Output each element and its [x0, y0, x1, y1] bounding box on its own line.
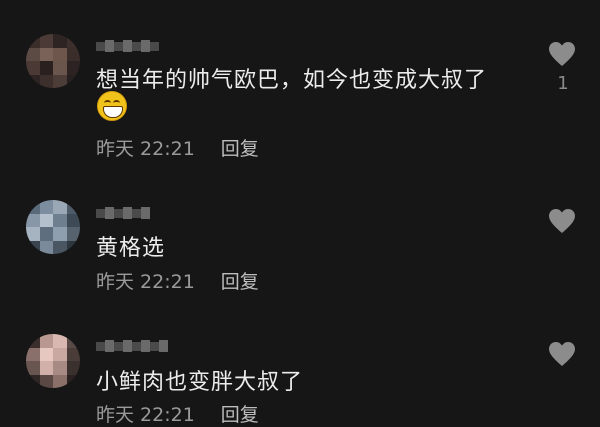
grinning-face-icon — [97, 91, 127, 121]
comment-meta: 昨天 22:21 回复 — [96, 134, 259, 161]
comment-text: 小鲜肉也变胖大叔了 — [96, 370, 304, 395]
like-button[interactable] — [548, 41, 576, 67]
avatar[interactable] — [26, 200, 80, 254]
reply-button[interactable]: 回复 — [221, 267, 259, 294]
avatar[interactable] — [26, 334, 80, 388]
heart-icon — [549, 209, 575, 233]
username-obscured[interactable] — [96, 38, 159, 56]
like-button[interactable] — [548, 341, 576, 367]
comment-text: 想当年的帅气欧巴，如今也变成大叔了 — [96, 68, 488, 93]
comment-time: 昨天 22:21 — [96, 138, 195, 160]
username-obscured[interactable] — [96, 338, 168, 356]
heart-icon — [549, 42, 575, 66]
reply-button[interactable]: 回复 — [221, 134, 259, 161]
like-count: 1 — [557, 73, 569, 94]
comment-time: 昨天 22:21 — [96, 271, 195, 293]
comment-meta: 昨天 22:21 回复 — [96, 267, 259, 294]
avatar[interactable] — [26, 34, 80, 88]
comment-text: 黄格选 — [96, 236, 166, 261]
like-button[interactable] — [548, 208, 576, 234]
username-obscured[interactable] — [96, 205, 150, 223]
heart-icon — [549, 342, 575, 366]
